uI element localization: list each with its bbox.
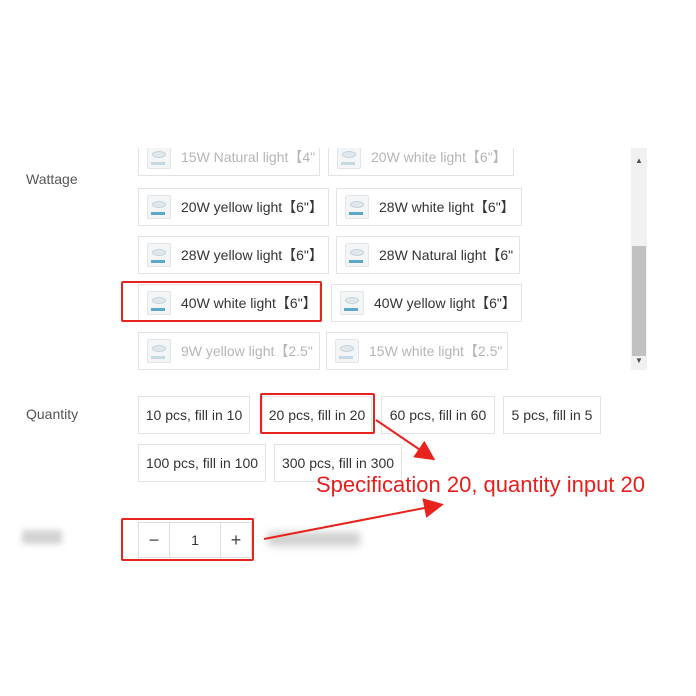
annotation-text: Specification 20, quantity input 20 [316, 472, 646, 497]
arrow-to-annotation [375, 419, 436, 461]
annotation-arrows [263, 419, 444, 540]
arrow-to-annotation [263, 498, 444, 540]
